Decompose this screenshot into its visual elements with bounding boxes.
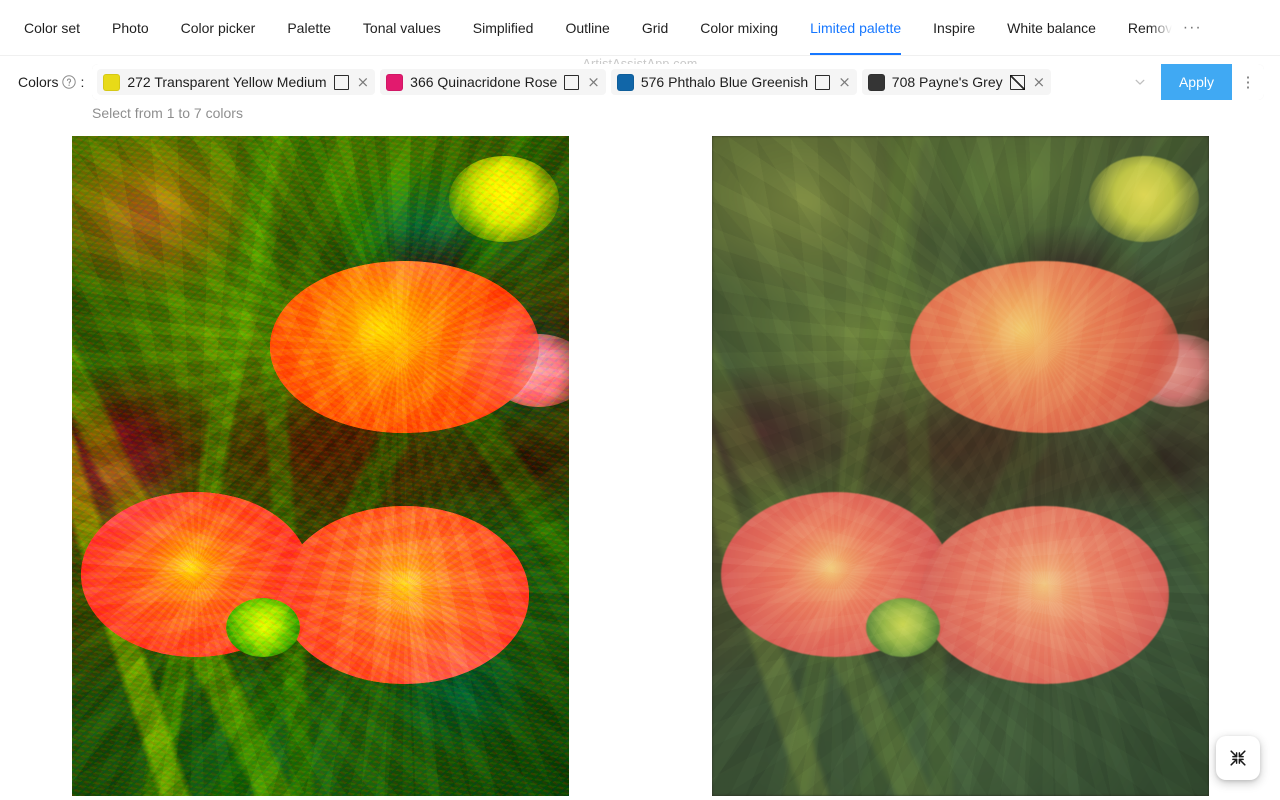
color-chip-label: 708 Payne's Grey <box>891 74 1003 90</box>
tab-label: Color picker <box>180 19 256 36</box>
colors-select-group: 272 Transparent Yellow Medium × 366 Quin… <box>92 64 1264 100</box>
tab-white-balance[interactable]: White balance <box>991 0 1112 55</box>
petal-texture-layer <box>711 136 1209 796</box>
color-chip-remove-icon[interactable]: × <box>837 74 852 90</box>
color-chip-label: 576 Phthalo Blue Greenish <box>640 74 809 90</box>
color-chip-checkbox[interactable] <box>815 74 831 90</box>
color-chip[interactable]: 708 Payne's Grey × <box>861 69 1052 95</box>
tab-label: Color set <box>24 19 81 36</box>
chevron-down-icon[interactable] <box>1122 76 1157 88</box>
tab-label: Limited palette <box>810 19 902 36</box>
color-chip-label: 366 Quinacridone Rose <box>410 74 558 90</box>
colors-hint-text: Select from 1 to 7 colors <box>92 105 243 121</box>
color-chip-remove-icon[interactable]: × <box>586 74 601 90</box>
question-circle-icon[interactable] <box>62 75 77 89</box>
selected-color-chips: 272 Transparent Yellow Medium × 366 Quin… <box>97 69 1123 95</box>
color-chip[interactable]: 576 Phthalo Blue Greenish × <box>610 69 857 95</box>
tab-label: Photo <box>112 19 149 36</box>
color-chip-checkbox[interactable] <box>564 74 580 90</box>
tab-label: Grid <box>641 19 669 36</box>
original-photo-image[interactable] <box>711 136 1209 796</box>
tab-remove-background[interactable]: Remov <box>1112 0 1172 55</box>
main-tab-bar: Color set Photo Color picker Palette Ton… <box>0 0 1280 56</box>
colors-more-menu-button[interactable]: ⋮ <box>1232 64 1264 100</box>
collapse-arrows-button[interactable] <box>1216 736 1260 780</box>
color-chip-checkbox[interactable] <box>1009 74 1025 90</box>
tab-label: Outline <box>565 19 610 36</box>
color-chip-remove-icon[interactable]: × <box>356 74 371 90</box>
color-swatch-366 <box>386 73 404 91</box>
apply-button[interactable]: Apply <box>1160 64 1232 100</box>
color-chip-checkbox[interactable] <box>333 74 349 90</box>
ellipsis-icon: ··· <box>1182 18 1202 36</box>
tab-overflow-button[interactable]: ··· <box>1172 0 1212 55</box>
tab-label: Remov <box>1127 19 1173 36</box>
image-comparison-area <box>0 136 1280 800</box>
panel-original-photo <box>640 136 1280 796</box>
tab-label: Inspire <box>933 19 976 36</box>
color-chip[interactable]: 366 Quinacridone Rose × <box>380 69 606 95</box>
colors-label-text: Colors <box>18 74 59 90</box>
app-root: Color set Photo Color picker Palette Ton… <box>0 0 1280 800</box>
colors-label-colon: : <box>80 74 85 90</box>
tab-label: Tonal values <box>362 19 441 36</box>
colors-field-label: Colors : <box>18 74 84 90</box>
tab-limited-palette[interactable]: Limited palette <box>794 0 917 55</box>
tab-label: Simplified <box>472 19 534 36</box>
tab-color-mixing[interactable]: Color mixing <box>684 0 794 55</box>
colors-toolbar: Colors : 272 Transparent Yellow Medium ×… <box>0 56 1280 121</box>
color-swatch-708 <box>867 73 885 91</box>
color-chip-remove-icon[interactable]: × <box>1032 74 1047 90</box>
tab-simplified[interactable]: Simplified <box>457 0 550 55</box>
color-swatch-272 <box>103 73 121 91</box>
colors-multiselect[interactable]: 272 Transparent Yellow Medium × 366 Quin… <box>92 64 1161 100</box>
tab-grid[interactable]: Grid <box>626 0 684 55</box>
tab-color-picker[interactable]: Color picker <box>165 0 272 55</box>
color-swatch-576 <box>616 73 634 91</box>
collapse-arrows-icon <box>1228 748 1248 768</box>
tab-label: White balance <box>1007 19 1096 36</box>
vertical-ellipsis-icon: ⋮ <box>1240 73 1256 91</box>
color-chip-label: 272 Transparent Yellow Medium <box>127 74 327 90</box>
color-chip[interactable]: 272 Transparent Yellow Medium × <box>97 69 376 95</box>
tab-palette[interactable]: Palette <box>271 0 347 55</box>
tab-outline[interactable]: Outline <box>549 0 625 55</box>
tab-inspire[interactable]: Inspire <box>917 0 991 55</box>
tab-label: Color mixing <box>700 19 779 36</box>
tab-tonal-values[interactable]: Tonal values <box>347 0 457 55</box>
tab-photo[interactable]: Photo <box>96 0 165 55</box>
panel-limited-palette <box>0 136 640 796</box>
palette-tint-layer <box>71 136 569 796</box>
limited-palette-result-image[interactable] <box>71 136 569 796</box>
tab-color-set[interactable]: Color set <box>8 0 96 55</box>
tab-label: Palette <box>287 19 331 36</box>
colors-row: Colors : 272 Transparent Yellow Medium ×… <box>0 64 1280 100</box>
